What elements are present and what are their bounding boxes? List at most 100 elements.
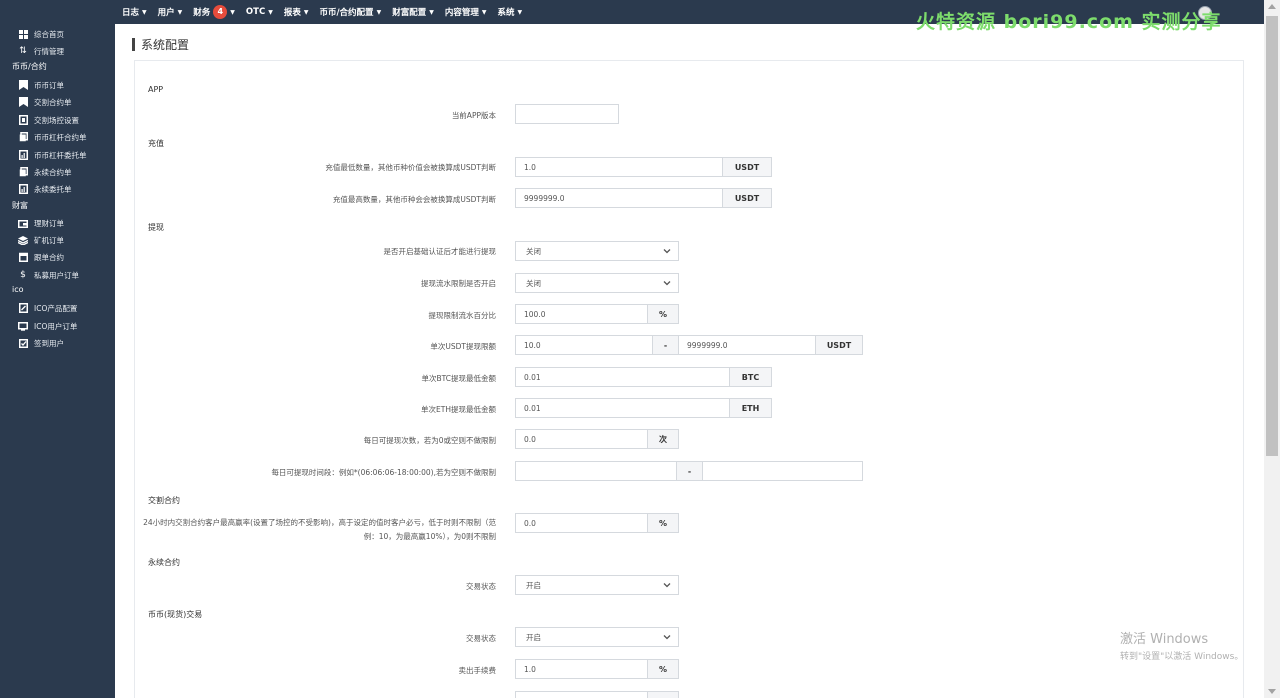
sidebar-item-label: 理财订单 (34, 218, 64, 228)
withdraw-flow-pct-label: 提现限制流水百分比 (428, 311, 497, 320)
menu-report[interactable]: 报表 ▼ (284, 6, 309, 18)
top-navbar: 日志 ▼ 用户 ▼ 财务 4 ▼ OTC ▼ 报表 ▼ 币币/合约配置 ▼ 财富配置 ▼ 内容管… (0, 0, 1264, 33)
dollar-icon: $ (20, 270, 26, 280)
sidebar-item-copy-contract[interactable]: 跟单合约 (18, 250, 64, 264)
title-accent-bar (132, 38, 135, 51)
page-title-text: 系统配置 (141, 38, 190, 52)
perpetual-status-select[interactable]: 开启 (515, 575, 679, 595)
section-recharge: 充值 (148, 139, 164, 148)
sidebar-item-finance-orders[interactable]: 理财订单 (18, 216, 64, 230)
eth-min-input[interactable]: 0.01 (515, 398, 730, 418)
menu-label: 财务 (193, 8, 211, 18)
daily-count-input[interactable]: 0.0 (515, 429, 648, 449)
app-version-label: 当前APP版本 (451, 111, 496, 120)
btc-min-input[interactable]: 0.01 (515, 367, 730, 387)
copy-icon (18, 132, 28, 142)
sidebar-item-label: 矿机订单 (34, 235, 64, 245)
withdraw-flow-select[interactable]: 关闭 (515, 273, 679, 293)
checkin-icon (18, 338, 28, 348)
market-icon: ⇅ (19, 46, 27, 56)
caret-down-icon: ▼ (481, 8, 487, 16)
vertical-scrollbar[interactable] (1264, 0, 1280, 698)
daily-time-from-input[interactable] (515, 461, 677, 481)
caret-down-icon: ▼ (376, 8, 382, 16)
eth-min-unit: ETH (729, 398, 772, 418)
edit-doc-icon (18, 303, 28, 313)
sidebar-item-label: 综合首页 (34, 29, 64, 39)
withdraw-flow-pct-input[interactable]: 100.0 (515, 304, 648, 324)
calendar-icon (18, 252, 28, 262)
section-withdraw: 提现 (148, 223, 164, 232)
sell-fee-unit: % (647, 659, 679, 679)
chevron-down-icon (663, 281, 671, 286)
menu-user[interactable]: 用户 ▼ (158, 6, 183, 18)
sell-fee-input[interactable]: 1.0 (515, 659, 648, 679)
spot-status-select[interactable]: 开启 (515, 627, 679, 647)
menu-log[interactable]: 日志 ▼ (122, 6, 147, 18)
menu-wealth-config[interactable]: 财富配置 ▼ (392, 6, 434, 18)
next-row-input[interactable] (515, 691, 648, 698)
copy-icon (18, 167, 28, 177)
section-spot: 币币(现货)交易 (148, 610, 203, 619)
sell-fee-label: 卖出手续费 (458, 666, 497, 675)
scroll-up-arrow-icon[interactable] (1268, 4, 1276, 9)
recharge-max-label: 充值最高数量，其他币种会会被换算成USDT判断 (332, 195, 496, 204)
watermark-text: 火特资源 bori99.com 实测分享 (916, 11, 1222, 33)
scroll-down-arrow-icon[interactable] (1268, 689, 1276, 694)
sidebar-item-margin-orders[interactable]: 币币杠杆合约单 (18, 130, 87, 144)
daily-time-to-input[interactable] (702, 461, 863, 481)
sidebar-item-miner-orders[interactable]: 矿机订单 (18, 233, 64, 247)
menu-finance[interactable]: 财务 4 ▼ (193, 5, 235, 19)
menu-label: 用户 (157, 8, 175, 18)
sidebar-item-checkin-users[interactable]: 签到用户 (18, 336, 64, 350)
menu-contract-config[interactable]: 币币/合约配置 ▼ (319, 6, 381, 18)
withdraw-flow-pct-unit: % (647, 304, 679, 324)
menu-otc[interactable]: OTC ▼ (246, 7, 273, 17)
usdt-limit-min-input[interactable]: 10.0 (515, 335, 653, 355)
sidebar-item-margin-entrust[interactable]: 币币杠杆委托单 (18, 148, 87, 162)
sidebar-group-contract: 币币/合约 (12, 62, 47, 71)
daily-time-separator: - (676, 461, 703, 481)
btc-min-unit: BTC (729, 367, 772, 387)
menu-label: 财富配置 (392, 8, 427, 18)
recharge-min-input[interactable]: 1.0 (515, 157, 723, 177)
menu-label: 报表 (283, 8, 301, 18)
sidebar-item-label: 交割场控设置 (34, 115, 79, 125)
sidebar-item-dashboard[interactable]: 综合首页 (18, 27, 64, 41)
sidebar-item-perpetual-entrust[interactable]: 永续委托单 (18, 182, 72, 196)
select-value: 关闭 (526, 278, 541, 288)
caret-down-icon: ▼ (303, 8, 309, 16)
sidebar-item-label: ICO用户订单 (34, 321, 78, 331)
sidebar-item-private-orders[interactable]: $ 私募用户订单 (18, 268, 79, 282)
usdt-limit-max-input[interactable]: 9999999.0 (678, 335, 816, 355)
delivery-rate-input[interactable]: 0.0 (515, 513, 648, 533)
menu-label: 币币/合约配置 (319, 8, 374, 18)
usdt-limit-unit: USDT (815, 335, 863, 355)
windows-activation-notice: 激活 Windows 转到"设置"以激活 Windows。 (1120, 628, 1243, 662)
delivery-rate-unit: % (647, 513, 679, 533)
eth-min-label: 单次ETH提现最低金额 (421, 405, 496, 414)
withdraw-kyc-select[interactable]: 关闭 (515, 241, 679, 261)
sidebar-item-perpetual-orders[interactable]: 永续合约单 (18, 165, 72, 179)
select-value: 关闭 (526, 246, 541, 256)
app-root: 日志 ▼ 用户 ▼ 财务 4 ▼ OTC ▼ 报表 ▼ 币币/合约配置 ▼ 财富配置 ▼ 内容管… (0, 0, 1280, 698)
bookmark-icon (18, 97, 28, 107)
menu-system[interactable]: 系统 ▼ (497, 6, 522, 18)
recharge-max-input[interactable]: 9999999.0 (515, 188, 723, 208)
sidebar-item-label: 币币订单 (34, 80, 64, 90)
sidebar-item-spot-orders[interactable]: 币币订单 (18, 78, 64, 92)
menu-content[interactable]: 内容管理 ▼ (445, 6, 487, 18)
sidebar-item-ico-orders[interactable]: ICO用户订单 (18, 319, 77, 333)
scrollbar-thumb[interactable] (1266, 16, 1278, 456)
sidebar-item-delivery-control[interactable]: 交割场控设置 (18, 113, 79, 127)
sidebar-item-label: 交割合约单 (34, 97, 72, 107)
app-version-input[interactable] (515, 104, 619, 124)
usdt-limit-separator: - (652, 335, 679, 355)
caret-down-icon: ▼ (268, 8, 273, 16)
layers-icon (18, 235, 28, 245)
sidebar-item-delivery-orders[interactable]: 交割合约单 (18, 95, 72, 109)
chart-doc-icon (18, 150, 28, 160)
perpetual-status-label: 交易状态 (466, 582, 496, 591)
sidebar-item-market[interactable]: ⇅ 行情管理 (18, 44, 64, 58)
sidebar-item-ico-config[interactable]: ICO产品配置 (18, 301, 77, 315)
